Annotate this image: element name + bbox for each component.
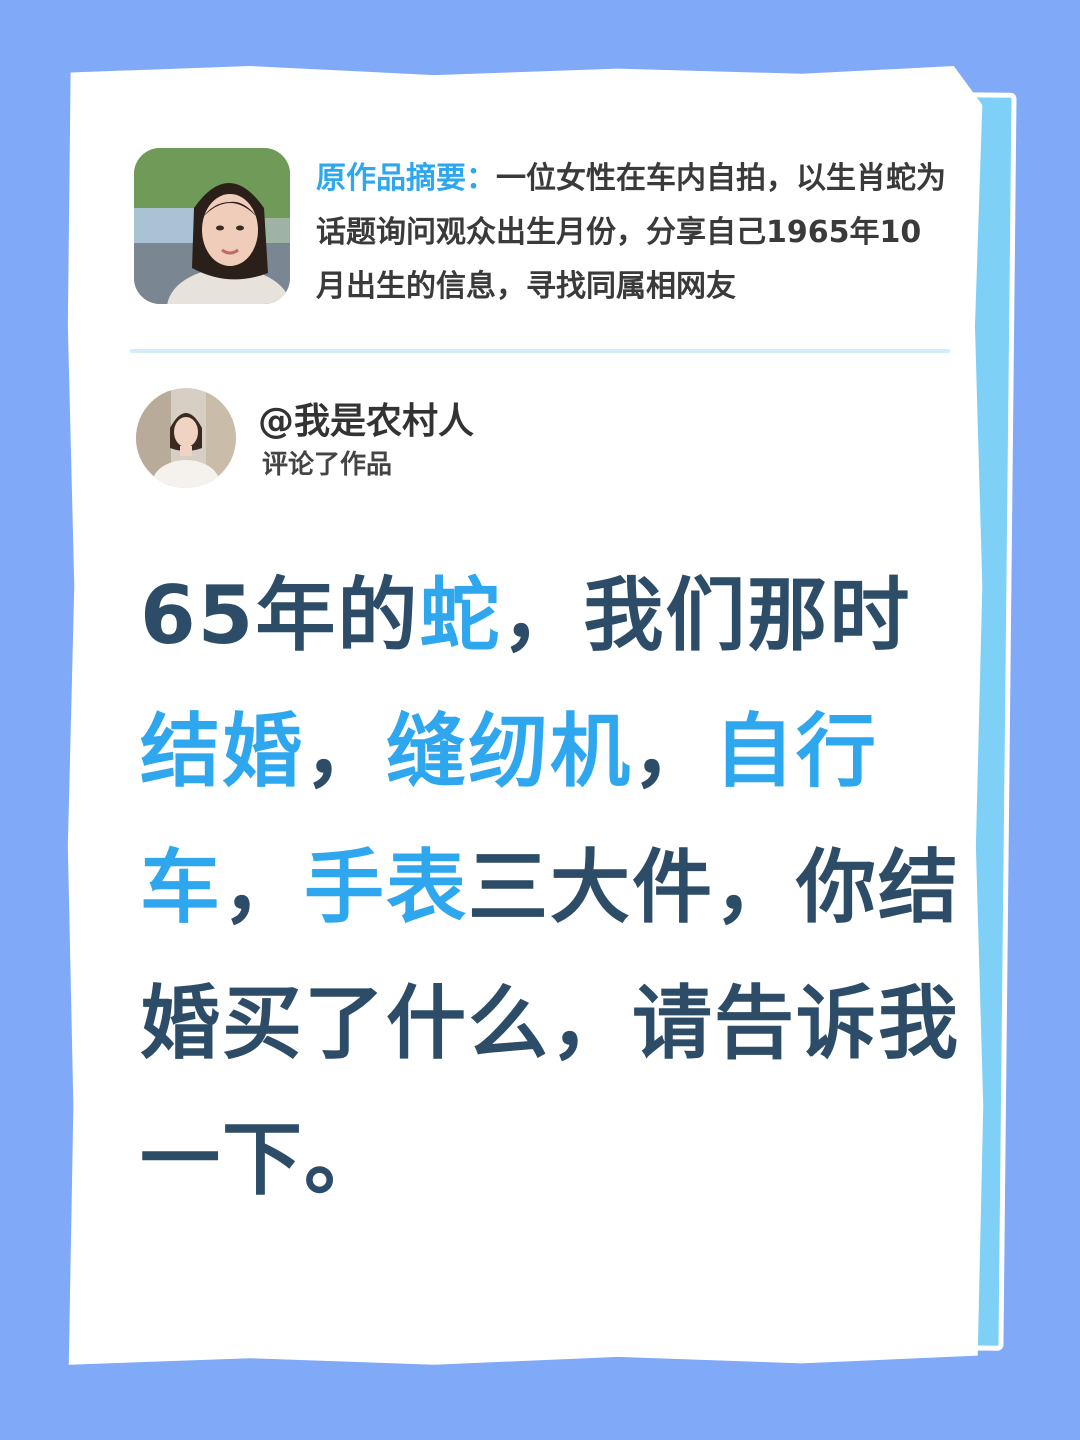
comment-segment: ，我们那时 [501,569,912,662]
commenter-username[interactable]: @我是农村人 [258,400,474,444]
woman-selfie-image [134,148,290,304]
divider [130,349,950,353]
comment-segment: 65年的 [140,569,420,662]
original-post-thumbnail[interactable] [134,148,290,304]
comment-highlight-sewing-machine: 缝纫机 [386,705,632,798]
page: { "summary": { "label": "原作品摘要：", "text"… [0,0,1080,1440]
comment-highlight-snake: 蛇 [419,569,502,662]
user-avatar-image [136,388,236,488]
comment-segment: ， [632,705,714,798]
original-post-summary: 原作品摘要：一位女性在车内自拍，以生肖蛇为话题询问观众出生月份，分享自己1965… [316,152,946,314]
comment-action-label: 评论了作品 [262,450,393,480]
comment-highlight-marriage: 结婚 [140,705,304,798]
comment-highlight-watch: 手表 [304,841,468,934]
summary-label: 原作品摘要： [316,161,496,196]
commenter-avatar[interactable] [136,388,236,488]
comment-body: 65年的蛇，我们那时结婚，缝纫机，自行车，手表三大件，你结婚买了什么，请告诉我一… [140,548,970,1228]
comment-segment: ， [222,841,304,934]
comment-segment: ， [304,705,386,798]
